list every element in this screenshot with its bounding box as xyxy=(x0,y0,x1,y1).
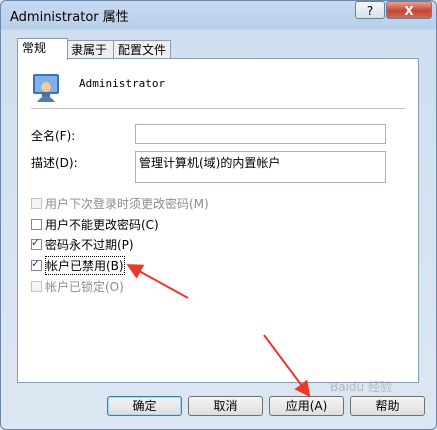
user-name: Administrator xyxy=(79,77,166,90)
checkbox-box[interactable] xyxy=(31,197,42,209)
window-title: Administrator 属性 xyxy=(10,10,129,25)
checkbox-label: 用户下次登录时须更改密码(M) xyxy=(45,196,209,211)
checkbox-box[interactable]: ✓ xyxy=(31,235,42,250)
title-bar[interactable]: Administrator 属性 ? X xyxy=(0,0,437,28)
watermark: Baidu 经验 xyxy=(330,380,392,394)
close-button[interactable]: X xyxy=(386,1,432,19)
checkbox-label: 用户不能更改密码(C) xyxy=(45,217,159,232)
help-title-button[interactable]: ? xyxy=(355,1,385,19)
checkbox-account-locked[interactable]: 帐户已锁定(O) xyxy=(31,278,124,294)
fullname-input[interactable] xyxy=(135,124,386,144)
tab-general[interactable]: 常规 xyxy=(17,38,68,60)
check-mark-icon: ✓ xyxy=(31,256,41,270)
separator xyxy=(31,108,405,109)
checkbox-label: 密码永不过期(P) xyxy=(45,237,134,252)
checkbox-password-never-expires[interactable]: ✓ 密码永不过期(P) xyxy=(31,236,134,252)
checkbox-box[interactable] xyxy=(31,280,42,292)
checkbox-box[interactable]: ✓ xyxy=(31,256,42,271)
checkbox-box[interactable] xyxy=(31,218,42,230)
cancel-button[interactable]: 取消 xyxy=(188,396,263,416)
description-label: 描述(D): xyxy=(31,156,78,170)
checkbox-cannot-change-password[interactable]: 用户不能更改密码(C) xyxy=(31,216,159,232)
tab-profile[interactable]: 配置文件 xyxy=(113,40,171,59)
checkbox-must-change-password[interactable]: 用户下次登录时须更改密码(M) xyxy=(31,195,209,211)
checkbox-label: 帐户已锁定(O) xyxy=(45,279,124,294)
tab-member-of[interactable]: 隶属于 xyxy=(66,40,114,59)
help-button[interactable]: 帮助 xyxy=(350,396,425,416)
checkbox-account-disabled[interactable]: ✓ 帐户已禁用(B) xyxy=(31,255,125,275)
ok-button[interactable]: 确定 xyxy=(107,396,182,416)
general-tab-panel: Administrator 全名(F): 描述(D): 管理计算机(域)的内置帐… xyxy=(17,58,419,383)
user-icon xyxy=(33,74,59,102)
fullname-label: 全名(F): xyxy=(31,129,76,143)
description-input[interactable]: 管理计算机(域)的内置帐户 xyxy=(135,151,386,183)
apply-button[interactable]: 应用(A) xyxy=(269,396,344,416)
check-mark-icon: ✓ xyxy=(31,235,41,249)
checkbox-label: 帐户已禁用(B) xyxy=(45,255,125,275)
